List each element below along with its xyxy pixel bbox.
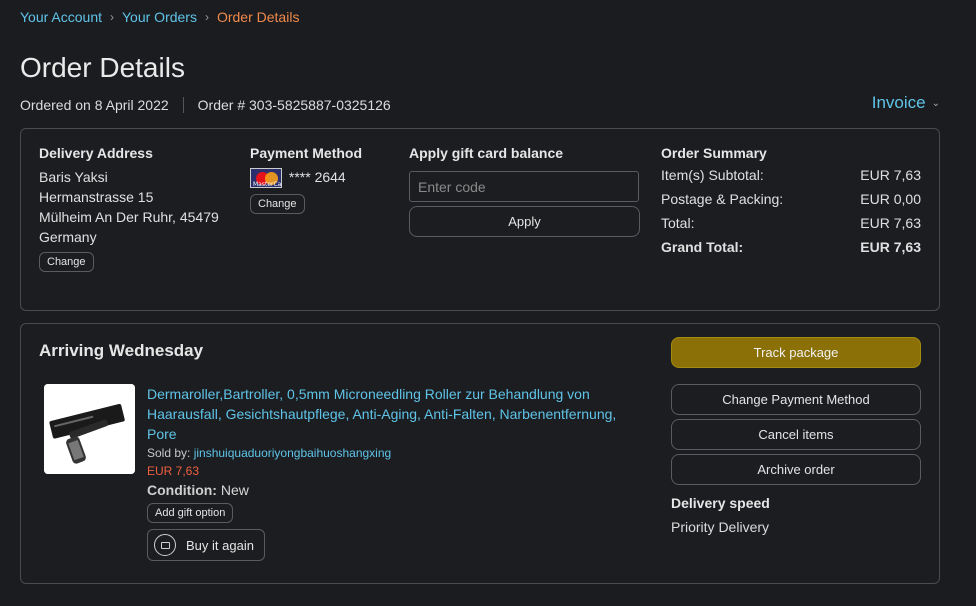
chevron-right-icon: ›: [204, 10, 209, 24]
gift-card-section: Apply gift card balance Apply: [409, 145, 641, 237]
product-condition: Condition: New: [147, 482, 647, 498]
seller-link[interactable]: jinshuiquaduoriyongbaihuoshangxing: [194, 446, 392, 460]
order-summary-title: Order Summary: [661, 145, 767, 161]
sold-by: Sold by: jinshuiquaduoriyongbaihuoshangx…: [147, 446, 647, 460]
change-payment-method-button[interactable]: Change Payment Method: [671, 384, 921, 415]
delivery-country: Germany: [39, 229, 97, 245]
delivery-speed-value: Priority Delivery: [671, 519, 770, 535]
apply-gift-button[interactable]: Apply: [409, 206, 640, 237]
order-number: Order # 303-5825887-0325126: [197, 97, 391, 113]
summary-row-postage: Postage & Packing: EUR 0,00: [661, 187, 921, 211]
page-title: Order Details: [20, 52, 185, 83]
payment-card-row: MasterCard **** 2644: [250, 167, 362, 189]
delivery-name: Baris Yaksi: [39, 169, 108, 185]
delivery-street: Hermanstrasse 15: [39, 189, 154, 205]
invoice-label: Invoice: [871, 93, 926, 112]
track-package-button[interactable]: Track package: [671, 337, 921, 368]
product-details: Dermaroller,Bartroller, 0,5mm Microneedl…: [147, 384, 647, 561]
delivery-address-title: Delivery Address: [39, 145, 153, 161]
shipment-card: Arriving Wednesday Dermaroller,Bartrolle…: [20, 323, 940, 584]
ordered-on-date: Ordered on 8 April 2022: [20, 97, 169, 113]
delivery-city: Mülheim An Der Ruhr, 45479: [39, 209, 219, 225]
order-info-card: Delivery Address Baris Yaksi Hermanstras…: [20, 128, 940, 311]
breadcrumb-your-orders[interactable]: Your Orders: [122, 9, 197, 25]
summary-label: Postage & Packing:: [661, 191, 784, 207]
delivery-speed-title: Delivery speed: [671, 495, 770, 511]
buy-again-button[interactable]: Buy it again: [147, 529, 265, 561]
change-payment-button[interactable]: Change: [250, 194, 305, 215]
buy-again-icon: [154, 534, 176, 556]
archive-order-button[interactable]: Archive order: [671, 454, 921, 485]
mastercard-icon: MasterCard: [250, 168, 282, 189]
product-image[interactable]: [44, 384, 135, 474]
add-gift-option-button[interactable]: Add gift option: [147, 503, 234, 523]
payment-method: Payment Method MasterCard **** 2644 Chan…: [250, 145, 363, 215]
buy-again-label: Buy it again: [186, 537, 254, 553]
summary-row-grand-total: Grand Total: EUR 7,63: [661, 235, 921, 259]
order-summary: Order Summary Item(s) Subtotal: EUR 7,63…: [661, 145, 921, 259]
order-actions: Track package Change Payment Method Canc…: [671, 337, 922, 535]
arriving-heading: Arriving Wednesday: [39, 341, 204, 360]
grand-total-value: EUR 7,63: [860, 239, 921, 255]
summary-value: EUR 7,63: [860, 167, 921, 183]
breadcrumb-your-account[interactable]: Your Account: [20, 9, 102, 25]
payment-method-title: Payment Method: [250, 145, 363, 161]
grand-total-label: Grand Total:: [661, 239, 744, 255]
chevron-right-icon: ›: [110, 10, 114, 24]
condition-label: Condition:: [147, 482, 217, 498]
summary-value: EUR 0,00: [860, 191, 921, 207]
card-masked-number: **** 2644: [288, 169, 346, 185]
cancel-items-button[interactable]: Cancel items: [671, 419, 921, 450]
gift-code-input[interactable]: [409, 171, 639, 202]
product-price: EUR 7,63: [147, 464, 200, 478]
summary-row-subtotal: Item(s) Subtotal: EUR 7,63: [661, 163, 921, 187]
summary-label: Item(s) Subtotal:: [661, 167, 764, 183]
summary-label: Total:: [661, 215, 695, 231]
change-address-button[interactable]: Change: [39, 252, 94, 272]
breadcrumb: Your Account › Your Orders › Order Detai…: [20, 9, 299, 25]
order-meta: Ordered on 8 April 2022 Order # 303-5825…: [20, 97, 391, 113]
breadcrumb-current: Order Details: [216, 9, 300, 25]
product-title-link[interactable]: Dermaroller,Bartroller, 0,5mm Microneedl…: [147, 384, 647, 444]
delivery-address: Delivery Address Baris Yaksi Hermanstras…: [39, 145, 219, 272]
condition-value: New: [220, 482, 249, 498]
meta-divider: [182, 97, 184, 113]
summary-value: EUR 7,63: [860, 215, 921, 231]
gift-card-title: Apply gift card balance: [409, 145, 564, 161]
sold-by-label: Sold by:: [147, 446, 191, 460]
summary-row-total: Total: EUR 7,63: [661, 211, 921, 235]
invoice-dropdown[interactable]: Invoice ⌄: [872, 93, 940, 113]
chevron-down-icon: ⌄: [931, 97, 940, 109]
